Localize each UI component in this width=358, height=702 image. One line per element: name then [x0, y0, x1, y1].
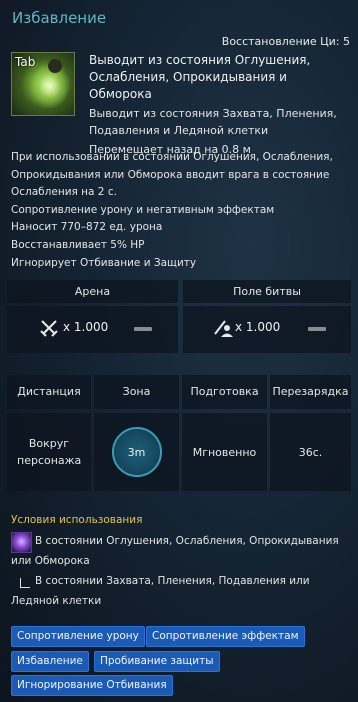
cooldown-header: Перезарядка	[270, 375, 351, 409]
zone-value: 3m	[94, 413, 179, 491]
chi-recovery: Восстановление Ци: 5	[221, 35, 350, 48]
arena-value: x 1.000	[7, 306, 178, 353]
hotkey-label: Tab	[15, 55, 36, 69]
cast-header: Подготовка	[182, 375, 267, 409]
cast-value: Мгновенно	[182, 413, 267, 491]
skill-escape-icon[interactable]: Tab	[11, 52, 75, 116]
cooldown-text: 36с.	[298, 445, 323, 459]
desc-line: Игнорирует Отбивание и Защиту	[11, 256, 197, 269]
battlefield-header: Поле битвы	[183, 280, 351, 303]
condition-secondary: В состоянии Захвата, Пленения, Подавлени…	[11, 575, 310, 607]
arena-multiplier: x 1.000	[63, 320, 109, 334]
condition-primary: В состоянии Оглушения, Ослабления, Опрок…	[11, 535, 339, 567]
arena-label: Арена	[74, 285, 111, 298]
zone-circle-icon: 3m	[111, 427, 162, 477]
distance-header: Дистанция	[7, 375, 91, 409]
battlefield-player-icon	[214, 320, 233, 337]
battlefield-multiplier: x 1.000	[235, 320, 281, 334]
distance-text: Вокруг персонажа	[17, 437, 82, 467]
arena-header: Арена	[7, 280, 178, 303]
distance-value: Вокруг персонажа	[7, 413, 91, 491]
tag-effect-resistance[interactable]: Сопротивление эффектам	[146, 626, 305, 647]
zone-header: Зона	[94, 375, 179, 409]
desc-line: Восстанавливает 5% HP	[11, 238, 145, 251]
tag-damage-resistance[interactable]: Сопротивление урону	[11, 626, 145, 647]
minus-icon	[308, 327, 326, 331]
skill-title: Избавление	[12, 9, 107, 27]
skill-summary: Выводит из состояния Оглушения, Ослаблен…	[89, 52, 351, 158]
tag-defense-penetration[interactable]: Пробивание защиты	[94, 651, 220, 672]
minus-icon	[134, 327, 152, 331]
desc-line: Наносит 770–872 ед. урона	[11, 221, 163, 234]
skill-description: При использовании в состоянии Оглушения,…	[11, 149, 353, 272]
desc-line: При использовании в состоянии Оглушения,…	[11, 151, 333, 199]
battlefield-label: Поле битвы	[233, 285, 301, 298]
skill-figure	[48, 59, 62, 73]
desc-line: Сопротивление урону и негативным эффекта…	[11, 203, 275, 216]
tag-escape[interactable]: Избавление	[11, 651, 89, 672]
battlefield-value: x 1.000	[183, 306, 351, 353]
cast-text: Мгновенно	[192, 445, 257, 459]
cooldown-value: 36с.	[270, 413, 351, 491]
sub-effect: Выводит из состояния Захвата, Пленения, …	[89, 107, 337, 137]
zone-text: 3m	[127, 445, 146, 459]
crossed-swords-icon	[40, 320, 58, 337]
main-effect: Выводит из состояния Оглушения, Ослаблен…	[89, 53, 311, 101]
tag-ignore-deflect[interactable]: Игнорирование Отбивания	[11, 675, 173, 696]
conditions-title: Условия использования	[11, 514, 143, 526]
